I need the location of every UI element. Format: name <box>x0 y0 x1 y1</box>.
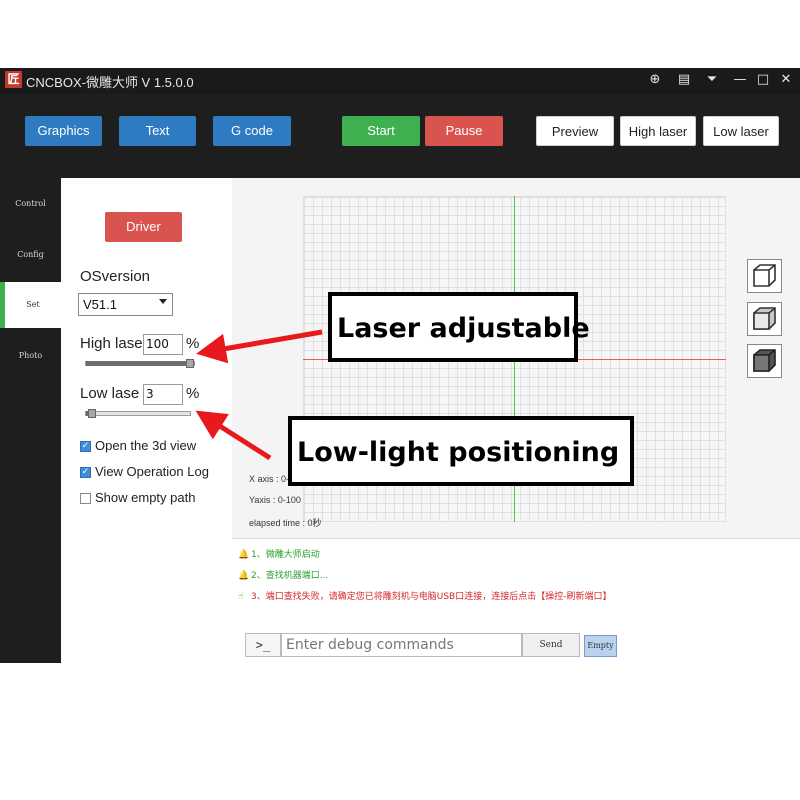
chat-icon[interactable]: ▤ <box>675 71 693 89</box>
preview-button[interactable]: Preview <box>536 116 614 146</box>
high-laser-slider-fill <box>86 361 194 366</box>
pause-button[interactable]: Pause <box>425 116 503 146</box>
open-3d-view-checkbox[interactable]: ✓ <box>80 441 91 452</box>
driver-button[interactable]: Driver <box>105 212 182 242</box>
log-line: ☝ 3、端口查找失败，请确定您已将雕刻机与电脑USB口连接，连接后点击【操控-刷新… <box>238 589 611 602</box>
send-button[interactable]: Send <box>522 633 580 657</box>
chevron-down-icon <box>159 299 167 304</box>
open-3d-view-label: Open the 3d view <box>95 438 197 453</box>
low-laser-percent: % <box>186 385 200 402</box>
low-laser-button[interactable]: Low laser <box>703 116 779 146</box>
empty-button[interactable]: Empty <box>584 635 617 657</box>
laser-adjustable-callout: Laser adjustable <box>328 292 590 362</box>
window-title: CNCBOX-微雕大师 V 1.5.0.0 <box>26 75 194 90</box>
high-laser-button[interactable]: High laser <box>620 116 696 146</box>
minimize-icon[interactable]: — <box>731 71 749 89</box>
pointer-hand-icon: ☝ <box>238 592 244 602</box>
settings-panel: Driver OSversion V51.1 High lase 100 % L… <box>61 178 232 663</box>
os-version-label: OSversion <box>80 268 151 285</box>
title-bar: 匠 CNCBOX-微雕大师 V 1.5.0.0 ⊕ ▤ ⏷ — □ ✕ <box>0 68 800 94</box>
view-3d-solid-icon[interactable] <box>747 344 782 378</box>
graphics-button[interactable]: Graphics <box>25 116 102 146</box>
elapsed-time: elapsed time : 0秒 <box>249 518 322 528</box>
os-version-value: V51.1 <box>83 297 117 312</box>
os-version-select[interactable]: V51.1 <box>78 293 173 316</box>
bell-icon: 🔔 <box>238 550 250 560</box>
high-laser-percent: % <box>186 335 200 352</box>
text-button[interactable]: Text <box>119 116 196 146</box>
view-operation-log-label: View Operation Log <box>95 464 209 479</box>
low-laser-slider[interactable] <box>85 411 191 416</box>
log-line: 🔔 2、查找机器端口... <box>238 568 328 581</box>
gcode-button[interactable]: G code <box>213 116 291 146</box>
low-light-positioning-callout: Low-light positioning <box>288 416 634 486</box>
log-line: 🔔 1、微雕大师启动 <box>238 547 320 560</box>
start-button[interactable]: Start <box>342 116 420 146</box>
app-logo: 匠 <box>5 71 22 88</box>
close-icon[interactable]: ✕ <box>777 71 795 89</box>
toolbar: Graphics Text G code Start Pause Preview… <box>0 94 800 178</box>
tab-config[interactable]: Config <box>0 232 61 278</box>
view-3d-shaded-icon[interactable] <box>747 302 782 336</box>
console-prompt: >_ <box>245 633 281 657</box>
tab-set[interactable]: Set <box>0 282 61 328</box>
maximize-icon[interactable]: □ <box>754 71 772 89</box>
download-icon[interactable]: ⏷ <box>703 71 721 89</box>
high-laser-label: High lase <box>80 335 143 352</box>
side-tabs: Control Config Set Photo <box>0 178 61 663</box>
high-laser-slider[interactable] <box>85 361 195 366</box>
low-laser-slider-thumb[interactable] <box>88 409 96 418</box>
operation-log: 🔔 1、微雕大师启动 🔔 2、查找机器端口... ☝ 3、端口查找失败，请确定您已将雕… <box>232 538 800 663</box>
low-laser-label: Low lase <box>80 385 140 402</box>
show-empty-path-label: Show empty path <box>95 490 196 505</box>
view-3d-wireframe-icon[interactable] <box>747 259 782 293</box>
log-text: 2、查找机器端口... <box>251 571 329 581</box>
low-laser-input[interactable]: 3 <box>143 384 183 405</box>
log-text: 1、微雕大师启动 <box>251 550 320 560</box>
debug-command-input[interactable]: Enter debug commands <box>281 633 522 657</box>
view-operation-log-checkbox[interactable]: ✓ <box>80 467 91 478</box>
high-laser-input[interactable]: 100 <box>143 334 183 355</box>
globe-icon[interactable]: ⊕ <box>646 71 664 89</box>
app-window: 匠 CNCBOX-微雕大师 V 1.5.0.0 ⊕ ▤ ⏷ — □ ✕ Grap… <box>0 68 800 663</box>
high-laser-slider-thumb[interactable] <box>186 359 194 368</box>
y-axis-info: Yaxis : 0-100 <box>249 495 301 505</box>
log-text: 3、端口查找失败，请确定您已将雕刻机与电脑USB口连接，连接后点击【操控-刷新端… <box>251 592 612 602</box>
tab-photo[interactable]: Photo <box>0 333 61 379</box>
show-empty-path-checkbox[interactable] <box>80 493 91 504</box>
tab-control[interactable]: Control <box>0 181 61 227</box>
page: 匠 CNCBOX-微雕大师 V 1.5.0.0 ⊕ ▤ ⏷ — □ ✕ Grap… <box>0 0 800 800</box>
bell-icon: 🔔 <box>238 571 250 581</box>
